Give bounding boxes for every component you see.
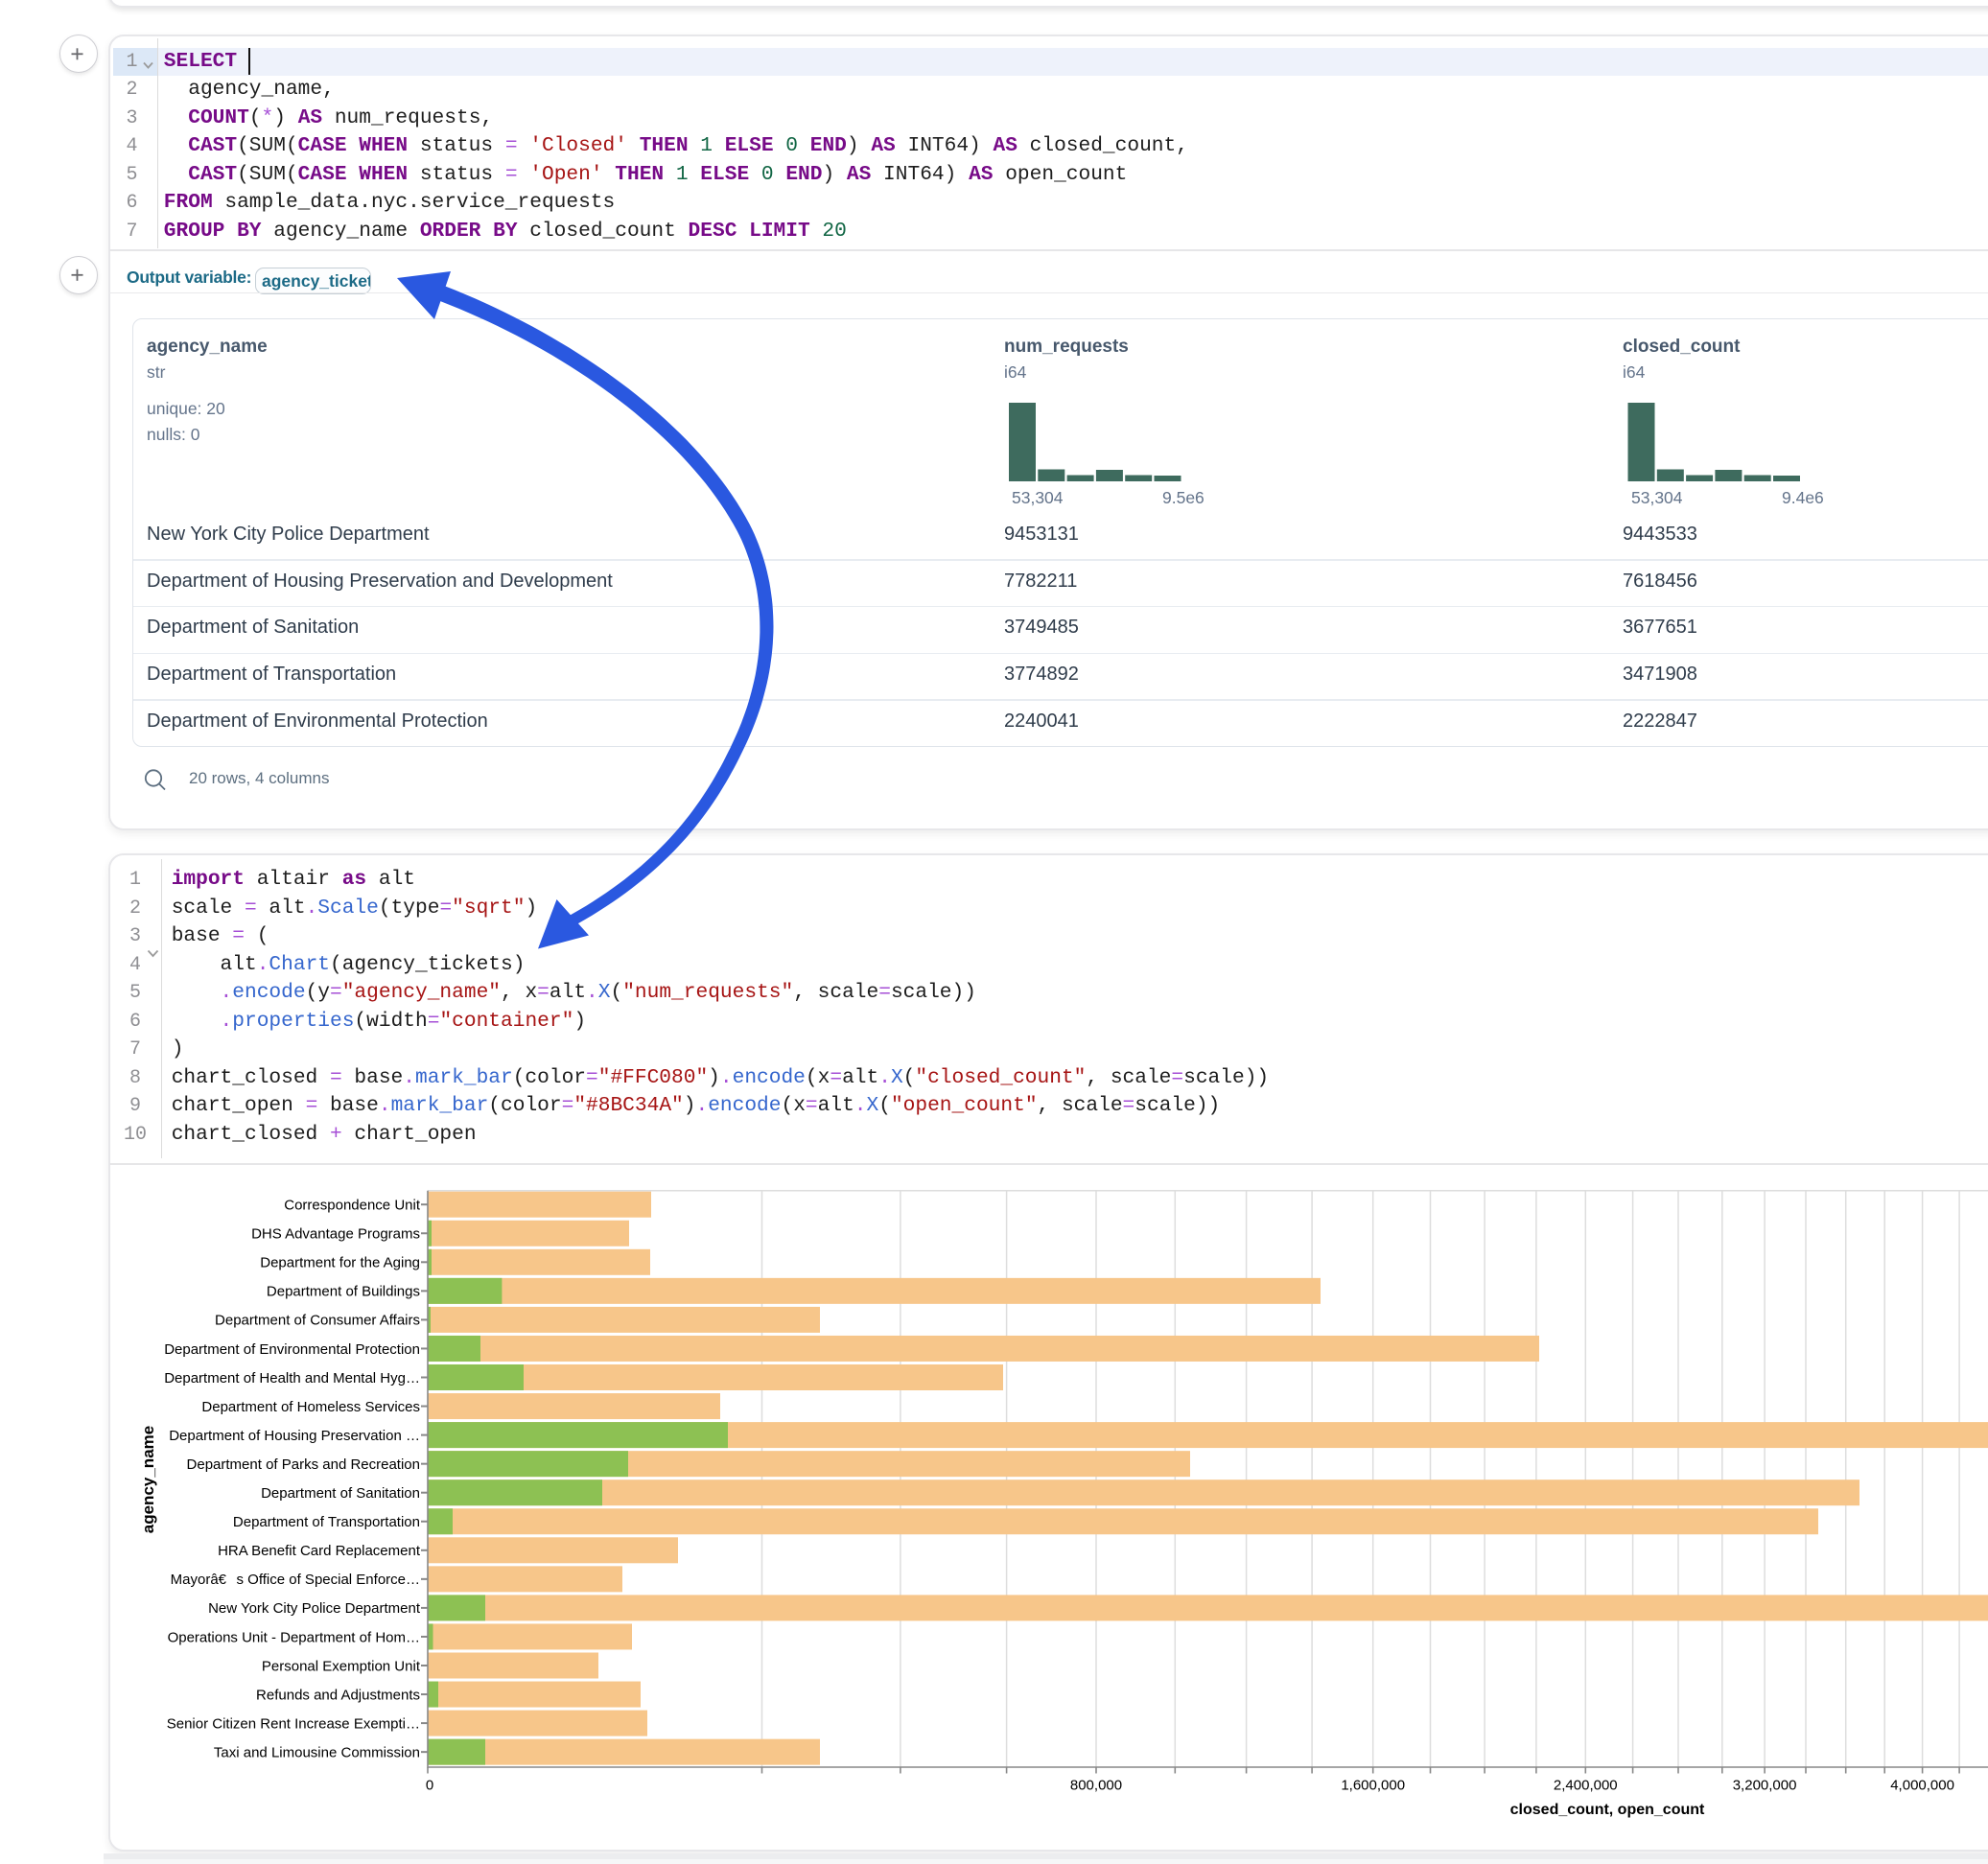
svg-text:0: 0	[426, 1778, 433, 1794]
svg-text:Department of Consumer Affairs: Department of Consumer Affairs	[215, 1313, 420, 1329]
svg-text:agency_name: agency_name	[139, 1426, 157, 1533]
svg-text:Department of Environmental Pr: Department of Environmental Protection	[164, 1341, 420, 1358]
svg-text:HRA Benefit Card Replacement: HRA Benefit Card Replacement	[218, 1543, 421, 1559]
svg-text:DHS Advantage Programs: DHS Advantage Programs	[251, 1226, 420, 1243]
svg-text:Senior Citizen Rent Increase E: Senior Citizen Rent Increase Exempti…	[167, 1715, 420, 1732]
svg-text:Department of Transportation: Department of Transportation	[233, 1514, 420, 1530]
svg-text:800,000: 800,000	[1070, 1778, 1122, 1794]
svg-text:Department of Buildings: Department of Buildings	[267, 1284, 420, 1300]
svg-text:1,600,000: 1,600,000	[1341, 1778, 1405, 1794]
svg-text:Taxi and Limousine Commission: Taxi and Limousine Commission	[214, 1744, 420, 1760]
svg-text:Correspondence Unit: Correspondence Unit	[284, 1198, 421, 1214]
svg-text:Refunds and Adjustments: Refunds and Adjustments	[256, 1687, 420, 1703]
svg-text:Department of Homeless Service: Department of Homeless Services	[201, 1399, 420, 1415]
svg-text:Department of Housing Preserva: Department of Housing Preservation …	[169, 1428, 420, 1444]
svg-text:New York City Police Departmen: New York City Police Department	[208, 1600, 421, 1617]
svg-text:Department of Health and Menta: Department of Health and Mental Hyg…	[164, 1370, 420, 1386]
svg-text:Mayorâ€ s Office of Special E: Mayorâ€ s Office of Special Enforce…	[171, 1572, 420, 1588]
svg-text:3,200,000: 3,200,000	[1733, 1778, 1797, 1794]
svg-text:Department of Sanitation: Department of Sanitation	[261, 1485, 420, 1502]
svg-text:Department for the Aging: Department for the Aging	[260, 1255, 420, 1271]
svg-text:4,000,000: 4,000,000	[1890, 1778, 1954, 1794]
svg-text:Personal Exemption Unit: Personal Exemption Unit	[262, 1658, 421, 1674]
svg-text:Department of Parks and Recrea: Department of Parks and Recreation	[187, 1456, 420, 1473]
svg-text:2,400,000: 2,400,000	[1554, 1778, 1618, 1794]
svg-text:closed_count, open_count: closed_count, open_count	[1510, 1802, 1705, 1818]
svg-text:Operations Unit - Department o: Operations Unit - Department of Hom…	[168, 1629, 420, 1645]
